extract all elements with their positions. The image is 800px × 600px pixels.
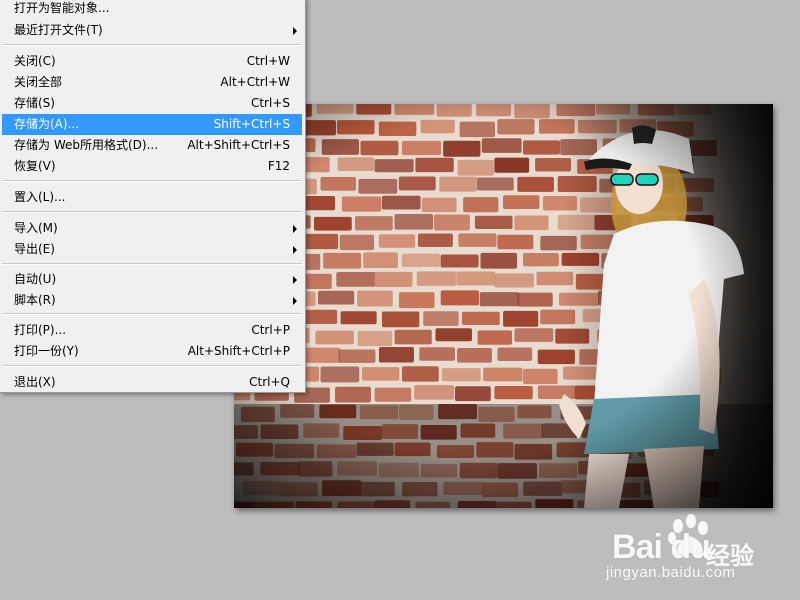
menu-separator: [2, 211, 302, 213]
menu-item-shortcut: Ctrl+P: [251, 323, 290, 337]
menu-separator: [2, 263, 302, 265]
menu-item-shortcut: Ctrl+Q: [249, 375, 290, 389]
menu-item-label: 置入(L)...: [14, 190, 66, 204]
menu-item-label: 存储为(A)...: [14, 117, 80, 131]
menu-item[interactable]: 打开为智能对象...: [2, 0, 302, 19]
watermark-url: jingyan.baidu.com: [606, 564, 736, 581]
menu-item[interactable]: 导入(M): [2, 218, 302, 239]
menu-item-shortcut: Alt+Ctrl+W: [220, 75, 290, 89]
menu-separator: [2, 180, 302, 182]
menu-separator: [2, 44, 302, 46]
menu-item[interactable]: 置入(L)...: [2, 187, 302, 208]
menu-item[interactable]: 关闭(C) Ctrl+W: [2, 51, 302, 72]
menu-item[interactable]: 导出(E): [2, 239, 302, 260]
menu-item-label: 打印(P)...: [14, 323, 67, 337]
menu-item-shortcut: F12: [267, 159, 290, 173]
menu-item-shortcut: Alt+Shift+Ctrl+P: [187, 344, 290, 358]
menu-item-label: 存储(S): [14, 96, 55, 110]
menu-item-label: 导入(M): [14, 221, 58, 235]
submenu-arrow-icon: [293, 276, 297, 284]
submenu-arrow-icon: [293, 297, 297, 305]
menu-item[interactable]: 关闭全部 Alt+Ctrl+W: [2, 72, 302, 93]
menu-item[interactable]: 自动(U): [2, 269, 302, 290]
menu-item-label: 打印一份(Y): [14, 344, 79, 358]
menu-item-shortcut: Alt+Shift+Ctrl+S: [187, 138, 290, 152]
menu-item-label: 导出(E): [14, 242, 55, 256]
menu-item-label: 恢复(V): [14, 159, 56, 173]
submenu-arrow-icon: [293, 225, 297, 233]
menu-item-label: 最近打开文件(T): [14, 23, 103, 37]
canvas-image: [234, 104, 773, 508]
menu-item[interactable]: 打印一份(Y) Alt+Shift+Ctrl+P: [2, 341, 302, 362]
menu-item[interactable]: 存储(S) Ctrl+S: [2, 93, 302, 114]
brand-text: Bai du: [612, 528, 711, 566]
menu-item-label: 脚本(R): [14, 293, 56, 307]
brick-wall-photo: [234, 104, 773, 508]
menu-item[interactable]: 恢复(V) F12: [2, 156, 302, 177]
submenu-arrow-icon: [293, 27, 297, 35]
menu-item[interactable]: 脚本(R): [2, 290, 302, 311]
baidu-jingyan-watermark: Bai du 经验 jingyan.baidu.com: [606, 508, 796, 588]
menu-item-label: 打开为智能对象...: [14, 1, 110, 15]
menu-item-shortcut: Ctrl+W: [246, 54, 290, 68]
menu-item[interactable]: 打印(P)... Ctrl+P: [2, 320, 302, 341]
menu-item[interactable]: 退出(X) Ctrl+Q: [2, 372, 302, 393]
menu-item-label: 退出(X): [14, 375, 56, 389]
menu-item-shortcut: Shift+Ctrl+S: [213, 117, 290, 131]
menu-item[interactable]: 存储为 Web所用格式(D)... Alt+Shift+Ctrl+S: [2, 135, 302, 156]
menu-separator: [2, 365, 302, 367]
menu-item[interactable]: 存储为(A)... Shift+Ctrl+S: [2, 114, 302, 135]
file-menu: 打开为智能对象... 最近打开文件(T) 关闭(C) Ctrl+W 关闭全部 Alt+Ct…: [0, 0, 306, 393]
menu-item[interactable]: 最近打开文件(T): [2, 20, 302, 41]
menu-item-label: 自动(U): [14, 272, 57, 286]
menu-separator: [2, 313, 302, 315]
menu-item-shortcut: Ctrl+S: [250, 96, 290, 110]
menu-item-label: 关闭全部: [14, 75, 63, 89]
submenu-arrow-icon: [293, 246, 297, 254]
menu-item-label: 存储为 Web所用格式(D)...: [14, 138, 159, 152]
menu-item-label: 关闭(C): [14, 54, 56, 68]
